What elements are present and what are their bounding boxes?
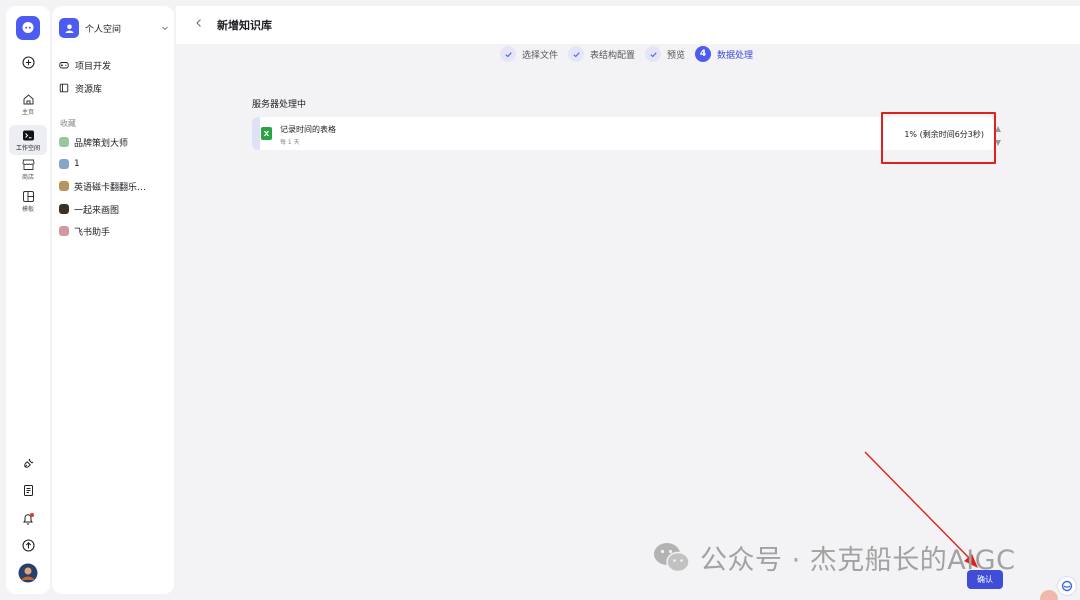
plug-icon <box>23 458 33 468</box>
sidebar-item-library[interactable]: 资源库 <box>59 80 102 96</box>
sidebar-item-label: 项目开发 <box>75 61 112 72</box>
assistant-button[interactable] <box>1057 576 1077 596</box>
upgrade-button[interactable] <box>6 539 50 552</box>
progress-fill <box>252 117 260 150</box>
sidebar-item-projects[interactable]: 项目开发 <box>59 57 111 73</box>
excel-file-icon: X <box>261 127 272 140</box>
bot-thumbnail-icon <box>59 226 69 236</box>
confirm-button[interactable]: 确认 <box>967 570 1003 589</box>
user-avatar[interactable] <box>6 563 50 583</box>
avatar-icon <box>18 563 38 583</box>
space-name: 个人空间 <box>85 24 122 35</box>
watermark: 公众号 · 杰克船长的AIGC <box>652 538 1015 577</box>
favorite-item[interactable]: 英语磁卡翻翻乐… <box>59 178 167 194</box>
gamepad-icon <box>59 62 69 69</box>
favorite-label: 一起来画图 <box>74 205 120 216</box>
rail-item-label: 模板 <box>21 206 34 213</box>
check-icon <box>645 46 662 62</box>
update-frequency: 每 1 天 <box>280 139 300 146</box>
favorite-item[interactable]: 一起来画图 <box>59 201 167 217</box>
bot-logo-icon <box>22 22 34 33</box>
bell-icon <box>23 513 34 525</box>
arrow-up-circle-icon <box>21 539 35 552</box>
favorite-label: 英语磁卡翻翻乐… <box>74 182 147 193</box>
step-label: 选择文件 <box>522 50 559 61</box>
mascot-avatar <box>1040 590 1058 600</box>
bot-thumbnail-icon <box>59 137 69 147</box>
processing-heading: 服务器处理中 <box>252 100 307 110</box>
step-table-config: 表结构配置 <box>568 46 635 62</box>
page-title: 新增知识库 <box>217 19 272 32</box>
file-name: 记录时间的表格 <box>280 125 336 134</box>
favorite-label: 飞书助手 <box>74 227 111 238</box>
favorites-heading: 收藏 <box>60 119 76 128</box>
check-icon <box>568 46 585 62</box>
rail-item-label: 商店 <box>21 174 34 181</box>
store-icon <box>22 159 34 170</box>
favorite-item[interactable]: 品牌策划大师 <box>59 134 167 150</box>
rail-item-store[interactable]: 商店 <box>6 158 50 181</box>
space-switcher[interactable]: 个人空间 <box>59 18 169 38</box>
docs-button[interactable] <box>6 484 50 497</box>
space-avatar <box>59 18 79 38</box>
step-select-file: 选择文件 <box>500 46 558 62</box>
home-icon <box>23 94 33 105</box>
document-icon <box>23 485 33 496</box>
annotation-highlight-box <box>881 112 996 164</box>
app-logo[interactable] <box>16 16 40 40</box>
step-label: 表结构配置 <box>590 50 636 61</box>
stepper: 选择文件 表结构配置 预览 4 数据处理 <box>500 44 763 64</box>
terminal-icon <box>22 130 34 141</box>
rail-item-templates[interactable]: 模板 <box>6 190 50 213</box>
library-icon <box>59 83 69 93</box>
rail-item-label: 主页 <box>21 109 34 116</box>
user-icon <box>65 24 73 33</box>
favorite-label: 1 <box>74 159 80 169</box>
favorite-item[interactable]: 飞书助手 <box>59 223 167 239</box>
check-icon <box>500 46 516 62</box>
template-grid-icon <box>22 191 34 202</box>
create-button[interactable] <box>6 56 50 69</box>
chevron-down-icon <box>162 26 168 31</box>
notifications-button[interactable] <box>6 512 50 526</box>
step-label: 预览 <box>667 50 686 61</box>
rail-item-workspace[interactable]: 工作空间 <box>9 125 47 155</box>
icon-rail: 主页 工作空间 商店 模板 <box>6 6 50 594</box>
step-data-processing: 4 数据处理 <box>695 46 753 62</box>
step-preview: 预览 <box>645 46 685 62</box>
favorite-label: 品牌策划大师 <box>74 138 129 149</box>
rail-item-label: 工作空间 <box>15 145 40 152</box>
app-window: 主页 工作空间 商店 模板 个人空间 项目开发 资源库 收藏 品牌策划大师 1 … <box>0 0 1080 600</box>
page-header: 新增知识库 <box>176 6 1080 44</box>
wechat-icon <box>654 542 690 572</box>
step-label: 数据处理 <box>717 50 754 61</box>
bot-thumbnail-icon <box>59 204 69 214</box>
rail-item-home[interactable]: 主页 <box>6 93 50 116</box>
plus-circle-icon <box>21 56 35 69</box>
favorite-item[interactable]: 1 <box>59 156 167 172</box>
step-number: 4 <box>695 46 712 62</box>
assistant-icon <box>1061 580 1073 592</box>
bot-thumbnail-icon <box>59 159 69 169</box>
bot-thumbnail-icon <box>59 181 69 191</box>
workspace-sidebar: 个人空间 项目开发 资源库 收藏 品牌策划大师 1 英语磁卡翻翻乐… 一起来画图… <box>52 6 174 594</box>
sidebar-item-label: 资源库 <box>75 84 103 95</box>
chevron-left-icon[interactable] <box>194 18 204 28</box>
plugin-button[interactable] <box>6 457 50 470</box>
